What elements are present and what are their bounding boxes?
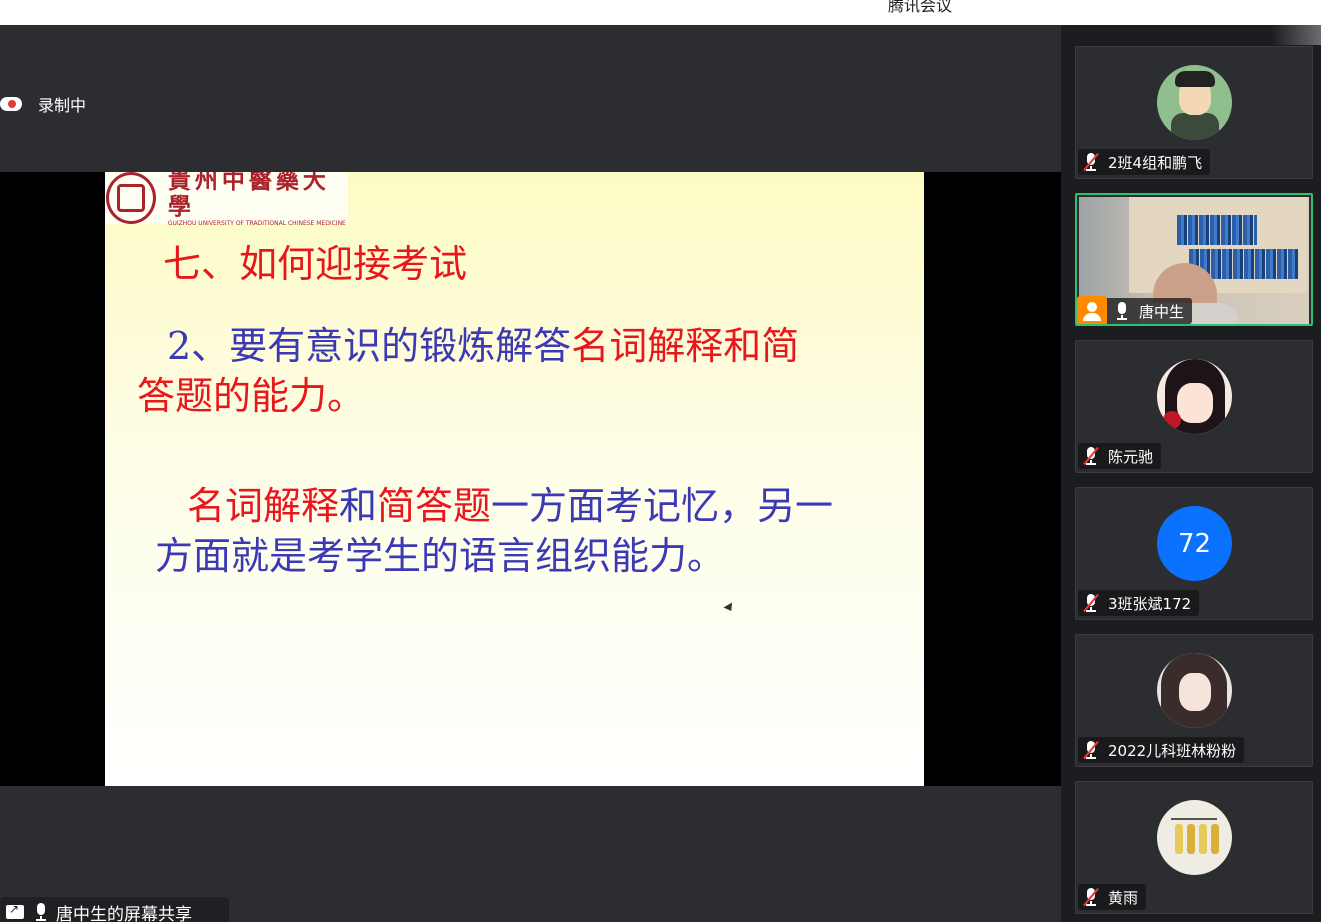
- participant-name: 陈元驰: [1108, 447, 1154, 466]
- title-bar: 腾讯会议: [0, 0, 1321, 25]
- participant-name-tag: 陈元驰: [1078, 443, 1162, 469]
- participant-name: 2班4组和鹏飞: [1108, 153, 1203, 172]
- participant-name: 2022儿科班林粉粉: [1108, 741, 1237, 760]
- host-icon: [1077, 296, 1107, 324]
- mic-muted-icon: [1084, 447, 1098, 465]
- text-red: 简答题: [377, 484, 492, 528]
- meeting-window: 腾讯会议 录制中 貴州中醫藥大學 GUIZHOU UNIVERSITY OF T…: [0, 0, 1321, 922]
- microphone-icon: [1115, 302, 1129, 320]
- cloud-record-icon: [0, 97, 22, 111]
- participant-panel: 2班4组和鹏飞 唐中生 陈元驰 72 3班张斌172 2022儿科班林粉粉 黄雨: [1061, 25, 1321, 922]
- sketch-figures-avatar: [1157, 800, 1232, 875]
- slide-point-1-line-2: 答题的能力。: [137, 374, 366, 418]
- recording-label: 录制中: [38, 96, 87, 115]
- participant-tile[interactable]: 黄雨: [1075, 781, 1313, 914]
- participant-tile[interactable]: 2022儿科班林粉粉: [1075, 634, 1313, 767]
- slide-point-2-line-2: 方面就是考学生的语言组织能力。: [155, 534, 726, 578]
- mic-muted-icon: [1084, 153, 1098, 171]
- mic-muted-icon: [1084, 741, 1098, 759]
- participant-name-tag: 2022儿科班林粉粉: [1078, 737, 1245, 763]
- logo-english-text: GUIZHOU UNIVERSITY OF TRADITIONAL CHINES…: [167, 220, 346, 227]
- anime-girl-avatar: [1157, 359, 1232, 434]
- text-blue: 2、要有意识的锻炼解答: [167, 324, 572, 368]
- slide-heading: 七、如何迎接考试: [163, 242, 468, 286]
- text-red: 名词解释和简: [571, 324, 800, 368]
- mouse-cursor-icon: [723, 602, 736, 614]
- participant-name: 唐中生: [1139, 302, 1185, 321]
- slide-point-2-line-1: 名词解释和简答题一方面考记忆，另一: [187, 482, 833, 530]
- text-blue: 一方面考记忆，另一: [491, 484, 834, 528]
- screen-share-icon: [6, 902, 24, 919]
- screen-share-label: 唐中生的屏幕共享: [56, 904, 192, 922]
- anime-longhair-avatar: [1157, 653, 1232, 728]
- mic-muted-icon: [1084, 594, 1098, 612]
- window-title: 腾讯会议: [888, 0, 953, 15]
- university-logo: 貴州中醫藥大學 GUIZHOU UNIVERSITY OF TRADITIONA…: [105, 172, 348, 227]
- seal-icon: [106, 172, 156, 224]
- participant-name-tag: 3班张斌172: [1078, 590, 1200, 616]
- participant-name-tag: 黄雨: [1078, 884, 1147, 910]
- microphone-icon: [34, 903, 48, 921]
- mic-muted-icon: [1084, 888, 1098, 906]
- cartoon-teacher-avatar: [1157, 65, 1232, 140]
- participant-name: 黄雨: [1108, 888, 1139, 907]
- recording-indicator[interactable]: 录制中: [0, 93, 86, 115]
- participant-tile[interactable]: 陈元驰: [1075, 340, 1313, 473]
- slide-point-1-line-1: 2、要有意识的锻炼解答名词解释和简: [167, 322, 799, 370]
- number-avatar: 72: [1157, 506, 1232, 581]
- participant-tile[interactable]: 2班4组和鹏飞: [1075, 46, 1313, 179]
- text-red: 名词解释: [187, 484, 340, 528]
- logo-chinese-text: 貴州中醫藥大學: [167, 172, 330, 220]
- participant-tile-active-speaker[interactable]: 唐中生: [1075, 193, 1313, 326]
- screen-share-label-bar[interactable]: 唐中生的屏幕共享: [0, 897, 229, 922]
- screen-share-view[interactable]: 貴州中醫藥大學 GUIZHOU UNIVERSITY OF TRADITIONA…: [0, 172, 1061, 786]
- participant-name-tag: 唐中生: [1077, 296, 1193, 324]
- text-blue: 和: [339, 484, 378, 528]
- participant-name: 3班张斌172: [1108, 594, 1192, 613]
- participant-tile[interactable]: 72 3班张斌172: [1075, 487, 1313, 620]
- presentation-slide: 貴州中醫藥大學 GUIZHOU UNIVERSITY OF TRADITIONA…: [105, 172, 924, 786]
- main-stage: 录制中 貴州中醫藥大學 GUIZHOU UNIVERSITY OF TRADIT…: [0, 25, 1061, 922]
- participant-name-tag: 2班4组和鹏飞: [1078, 149, 1211, 175]
